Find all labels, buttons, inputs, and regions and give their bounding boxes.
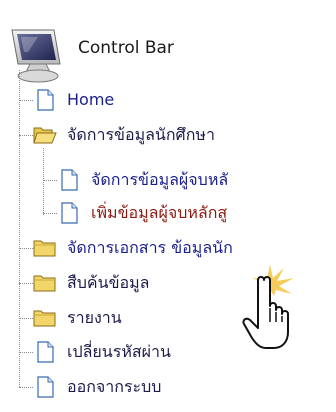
submenu-item-add-graduate[interactable]: เพิ่มข้อมูลผู้จบหลักสู <box>57 198 227 228</box>
page-icon <box>37 89 54 111</box>
tree-line <box>19 100 33 101</box>
menu-item-label: จัดการเอกสาร ข้อมูลนัก <box>67 238 233 257</box>
page-icon <box>37 376 54 398</box>
click-burst-icon <box>252 264 294 296</box>
folder-icon <box>33 310 56 327</box>
tree-line <box>19 318 33 319</box>
menu-item-label: จัดการข้อมูลนักศึกษา <box>67 125 215 144</box>
tree-line <box>19 387 33 388</box>
page-icon <box>61 202 78 224</box>
tree-line <box>19 283 33 284</box>
menu-item-student-data[interactable]: จัดการข้อมูลนักศึกษา <box>33 120 215 150</box>
menu-item-reports[interactable]: รายงาน <box>33 303 122 333</box>
header-title: Control Bar <box>78 38 174 58</box>
tree-line <box>19 70 20 387</box>
tree-header: Control Bar <box>8 20 328 90</box>
page-icon <box>61 169 78 191</box>
menu-item-label: ออกจากระบบ <box>67 377 162 396</box>
tree-line <box>19 135 33 136</box>
tree-line <box>43 148 44 215</box>
menu-item-manage-documents[interactable]: จัดการเอกสาร ข้อมูลนัก <box>33 233 233 263</box>
menu-item-label: สืบค้นข้อมูล <box>67 273 150 292</box>
menu-item-label: เปลี่ยนรหัสผ่าน <box>67 342 171 361</box>
menu-item-label: รายงาน <box>67 308 122 327</box>
folder-open-icon <box>33 127 57 144</box>
tree-line <box>19 352 33 353</box>
menu-item-search[interactable]: สืบค้นข้อมูล <box>33 268 149 298</box>
menu-item-change-password[interactable]: เปลี่ยนรหัสผ่าน <box>33 337 171 367</box>
tree-line <box>19 248 33 249</box>
folder-icon <box>33 240 56 257</box>
menu-item-logout[interactable]: ออกจากระบบ <box>33 372 161 402</box>
menu-item-label: Home <box>67 90 115 109</box>
menu-item-label: เพิ่มข้อมูลผู้จบหลักสู <box>91 203 228 222</box>
menu-item-home[interactable]: Home <box>33 85 114 115</box>
hand-pointer-icon <box>242 264 294 349</box>
tree-line <box>43 213 57 214</box>
folder-icon <box>33 275 56 292</box>
page-icon <box>37 341 54 363</box>
monitor-icon <box>11 29 61 83</box>
menu-item-label: จัดการข้อมูลผู้จบหลั <box>91 170 229 189</box>
submenu-item-manage-graduates[interactable]: จัดการข้อมูลผู้จบหลั <box>57 165 228 195</box>
tree-line <box>43 180 57 181</box>
